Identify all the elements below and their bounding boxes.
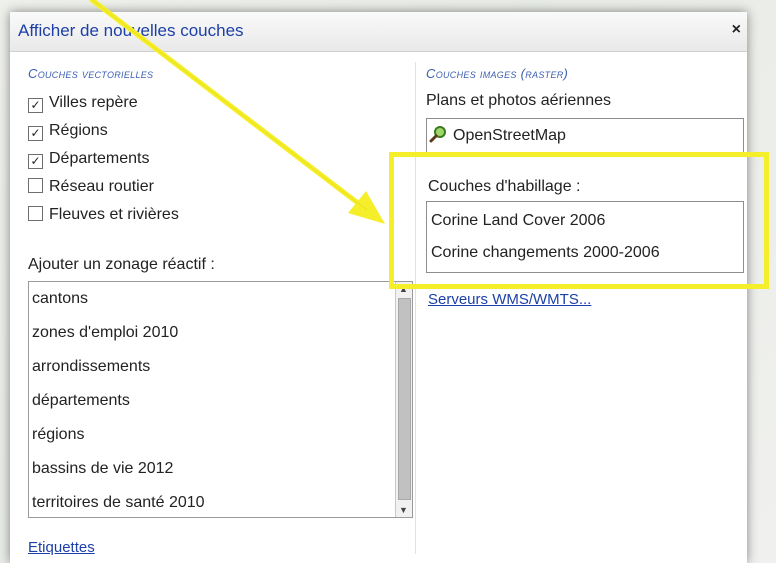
highlight-box: [389, 152, 769, 289]
vector-layers-heading: Couches vectorielles: [28, 66, 154, 81]
list-item[interactable]: bassins de vie 2012: [29, 452, 394, 486]
scrollbar-thumb[interactable]: [398, 298, 411, 500]
checkbox-box[interactable]: [28, 206, 43, 221]
checkbox-label: Régions: [49, 122, 108, 139]
checkbox-label: Départements: [49, 150, 150, 167]
list-item[interactable]: cantons: [29, 282, 394, 316]
plans-photos-label: Plans et photos aériennes: [426, 92, 612, 109]
checkbox-reseau-routier[interactable]: Réseau routier: [28, 176, 154, 198]
list-item[interactable]: départements: [29, 384, 394, 418]
checkbox-box[interactable]: ✓: [28, 154, 43, 169]
close-icon[interactable]: ×: [732, 21, 741, 39]
column-divider: [415, 62, 416, 554]
dialog-titlebar: Afficher de nouvelles couches ×: [10, 12, 747, 52]
list-item[interactable]: zones d'emploi 2010: [29, 316, 394, 350]
checkbox-label: Villes repère: [49, 94, 138, 111]
checkbox-villes-repere[interactable]: ✓ Villes repère: [28, 92, 138, 114]
list-item[interactable]: régions: [29, 418, 394, 452]
wms-servers-link[interactable]: Serveurs WMS/WMTS...: [428, 291, 591, 308]
scroll-down-icon[interactable]: ▼: [399, 505, 408, 515]
checkbox-box[interactable]: ✓: [28, 126, 43, 141]
openstreetmap-label: OpenStreetMap: [453, 127, 566, 144]
search-icon: [429, 122, 447, 156]
raster-layers-heading: Couches images (raster): [426, 66, 569, 81]
checkbox-box[interactable]: [28, 178, 43, 193]
zonage-scrollbar[interactable]: ▲ ▼: [395, 282, 412, 517]
list-item[interactable]: territoires de santé 2010: [29, 486, 394, 517]
checkbox-departements[interactable]: ✓ Départements: [28, 148, 150, 170]
list-item[interactable]: arrondissements: [29, 350, 394, 384]
checkbox-label: Fleuves et rivières: [49, 206, 179, 223]
checkbox-label: Réseau routier: [49, 178, 154, 195]
checkbox-fleuves-rivieres[interactable]: Fleuves et rivières: [28, 204, 179, 226]
checkbox-box[interactable]: ✓: [28, 98, 43, 113]
zonage-list[interactable]: cantons zones d'emploi 2010 arrondisseme…: [28, 281, 413, 518]
zonage-label: Ajouter un zonage réactif :: [28, 256, 215, 273]
plans-photos-list[interactable]: OpenStreetMap: [426, 118, 744, 154]
etiquettes-link[interactable]: Etiquettes: [28, 539, 95, 556]
dialog-title: Afficher de nouvelles couches: [18, 21, 244, 40]
list-item-openstreetmap[interactable]: OpenStreetMap: [427, 119, 743, 156]
checkbox-regions[interactable]: ✓ Régions: [28, 120, 108, 142]
